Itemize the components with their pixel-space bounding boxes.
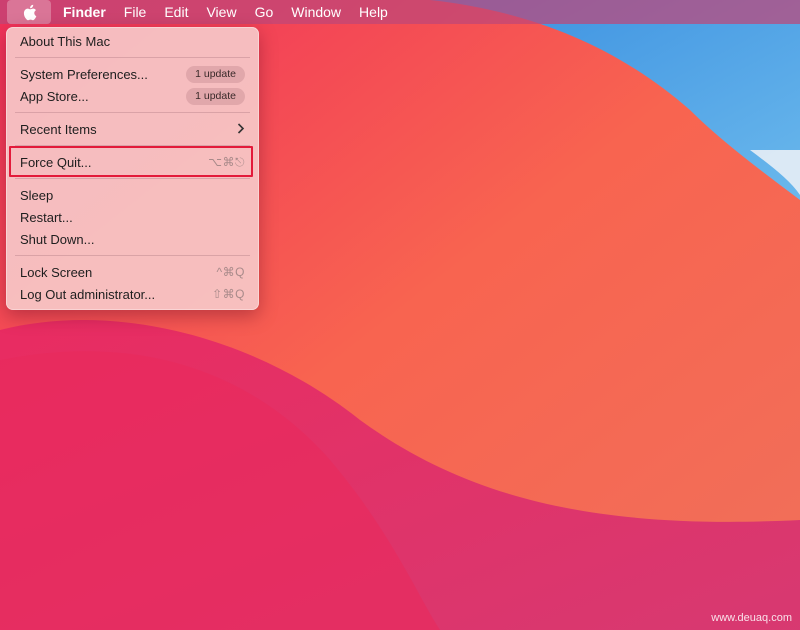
apple-dropdown-menu: About This Mac System Preferences... 1 u… [6,27,259,310]
apple-logo-icon [23,4,36,20]
sleep-label: Sleep [20,187,54,203]
menu-separator [15,178,250,179]
menu-item-shut-down[interactable]: Shut Down... [6,229,259,249]
menu-view[interactable]: View [197,0,245,24]
recent-items-label: Recent Items [20,121,97,137]
menu-item-about-this-mac[interactable]: About This Mac [6,31,259,51]
menu-item-app-store[interactable]: App Store... 1 update [6,86,259,106]
app-store-label: App Store... [20,88,89,104]
system-preferences-label: System Preferences... [20,66,148,82]
shut-down-label: Shut Down... [20,231,95,247]
about-label: About This Mac [20,33,111,49]
log-out-shortcut: ⇧⌘Q [212,287,245,301]
menu-separator [15,255,250,256]
lock-screen-label: Lock Screen [20,264,93,280]
menu-item-log-out[interactable]: Log Out administrator... ⇧⌘Q [6,284,259,304]
menu-item-lock-screen[interactable]: Lock Screen ^⌘Q [6,262,259,282]
log-out-label: Log Out administrator... [20,286,156,302]
menu-go[interactable]: Go [246,0,283,24]
chevron-right-icon [237,121,245,137]
menu-help[interactable]: Help [350,0,397,24]
update-badge: 1 update [186,87,245,105]
apple-menu-button[interactable] [7,0,51,24]
watermark-text: www.deuaq.com [711,612,792,624]
update-badge: 1 update [186,65,245,83]
menu-finder[interactable]: Finder [51,0,115,24]
menu-window[interactable]: Window [282,0,350,24]
menu-edit[interactable]: Edit [155,0,197,24]
menu-item-recent-items[interactable]: Recent Items [6,119,259,139]
highlight-annotation-box [9,146,253,177]
menu-file[interactable]: File [115,0,156,24]
menu-item-system-preferences[interactable]: System Preferences... 1 update [6,64,259,84]
menu-separator [15,112,250,113]
menu-item-sleep[interactable]: Sleep [6,185,259,205]
menu-item-restart[interactable]: Restart... [6,207,259,227]
menu-separator [15,57,250,58]
restart-label: Restart... [20,209,73,225]
menu-bar: Finder File Edit View Go Window Help [0,0,800,24]
lock-screen-shortcut: ^⌘Q [216,265,245,279]
